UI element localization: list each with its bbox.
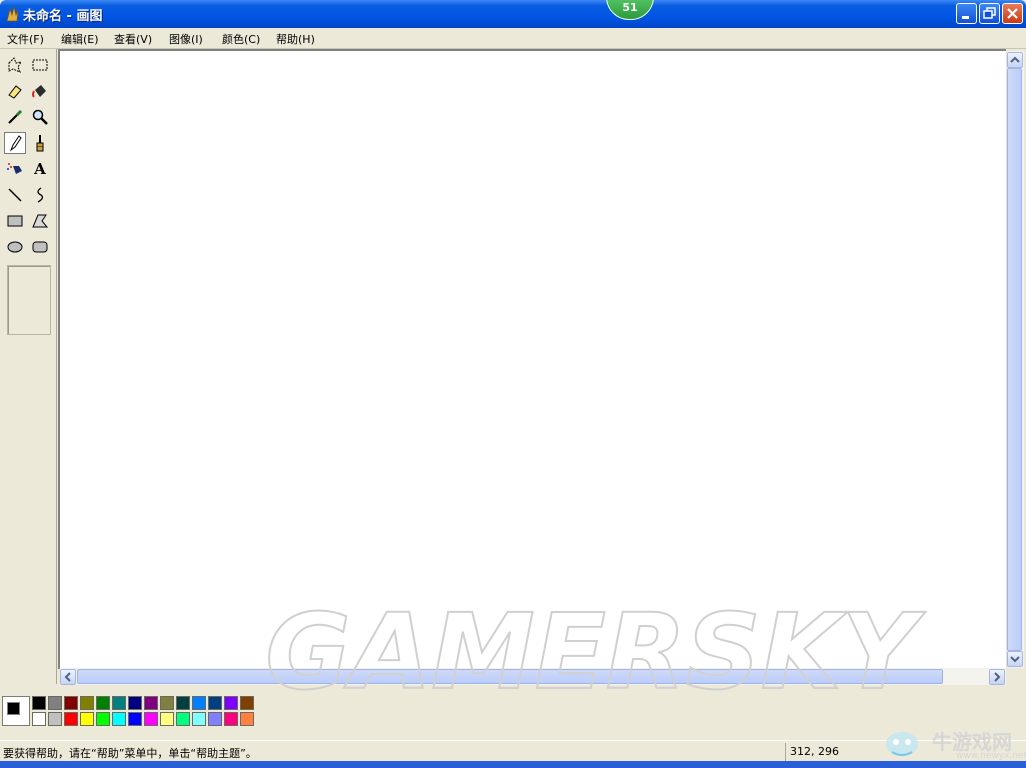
palette-swatch[interactable] [176, 712, 190, 726]
tool-pencil[interactable] [4, 132, 26, 154]
close-icon [1007, 8, 1018, 19]
palette-swatch[interactable] [144, 696, 158, 710]
tool-ellipse[interactable] [4, 236, 26, 258]
curve-icon [37, 187, 44, 203]
tool-brush[interactable] [29, 132, 51, 154]
rounded-rectangle-icon [32, 241, 48, 253]
menu-help[interactable]: 帮助(H) [276, 31, 315, 47]
status-bar: 要获得帮助，请在“帮助”菜单中，单击“帮助主题”。 312, 296 [0, 740, 1026, 762]
menu-edit[interactable]: 编辑(E) [61, 31, 99, 47]
palette-swatch[interactable] [160, 712, 174, 726]
palette-swatch[interactable] [32, 696, 46, 710]
taskbar-edge [0, 761, 1026, 768]
pencil-icon [9, 135, 22, 152]
tool-rectangle[interactable] [4, 210, 26, 232]
palette-swatch[interactable] [192, 712, 206, 726]
palette-swatch[interactable] [112, 696, 126, 710]
brush-icon [36, 135, 44, 152]
text-icon: A [34, 160, 46, 178]
menu-colors[interactable]: 颜色(C) [222, 31, 260, 47]
drawing-canvas[interactable] [60, 51, 1006, 668]
close-button[interactable] [1002, 3, 1023, 24]
scroll-left-button[interactable] [60, 669, 76, 685]
ellipse-icon [7, 241, 23, 253]
palette-swatch[interactable] [208, 712, 222, 726]
gamersky-watermark: GAMERSKY [264, 600, 927, 700]
menu-bar: 文件(F) 编辑(E) 查看(V) 图像(I) 颜色(C) 帮助(H) [0, 28, 1026, 49]
vertical-scroll-thumb[interactable] [1007, 68, 1022, 651]
minimize-button[interactable] [956, 3, 977, 24]
tool-eraser[interactable] [4, 80, 26, 102]
palette-swatch[interactable] [176, 696, 190, 710]
palette-swatch[interactable] [128, 712, 142, 726]
select-icon [32, 59, 48, 71]
tool-options-box[interactable] [7, 265, 51, 335]
tool-airbrush[interactable] [4, 158, 26, 180]
site-logo: 牛游戏网 www.newyx.net [880, 722, 1026, 766]
polygon-icon [32, 214, 49, 228]
scroll-right-button[interactable] [989, 669, 1005, 685]
palette-swatch[interactable] [80, 712, 94, 726]
eraser-icon [8, 85, 22, 99]
palette-swatch[interactable] [144, 712, 158, 726]
paint-app-icon[interactable] [4, 5, 20, 23]
line-icon [8, 188, 22, 202]
foreground-color [7, 702, 20, 715]
palette-swatch[interactable] [96, 712, 110, 726]
arrow-up-icon [1010, 56, 1020, 63]
arrow-down-icon [1010, 656, 1020, 663]
tool-rounded-rectangle[interactable] [29, 236, 51, 258]
current-colors[interactable] [2, 696, 30, 726]
fill-bucket-icon [32, 85, 46, 98]
tool-line[interactable] [4, 184, 26, 206]
tool-magnifier[interactable] [29, 106, 51, 128]
menu-file[interactable]: 文件(F) [7, 31, 44, 47]
tool-fill[interactable] [29, 80, 51, 102]
menu-view[interactable]: 查看(V) [114, 31, 152, 47]
mascot-icon [886, 732, 918, 756]
tool-select[interactable] [29, 54, 51, 76]
arrow-right-icon [994, 672, 1001, 682]
free-form-select-icon [8, 57, 23, 73]
magnifier-icon [32, 109, 48, 125]
palette-swatch[interactable] [112, 712, 126, 726]
airbrush-icon [7, 163, 22, 174]
rectangle-icon [7, 215, 23, 227]
palette-swatch[interactable] [224, 712, 238, 726]
color-picker-icon [8, 109, 23, 124]
restore-button[interactable] [979, 3, 1000, 24]
status-help-text: 要获得帮助，请在“帮助”菜单中，单击“帮助主题”。 [3, 747, 257, 760]
tool-free-form-select[interactable] [4, 54, 26, 76]
tool-color-picker[interactable] [4, 106, 26, 128]
notification-badge: 51 [606, 0, 654, 20]
palette-swatch[interactable] [48, 696, 62, 710]
restore-icon [983, 7, 996, 19]
palette-swatch[interactable] [32, 712, 46, 726]
scroll-down-button[interactable] [1007, 651, 1023, 667]
palette-swatch[interactable] [80, 696, 94, 710]
palette-swatch[interactable] [128, 696, 142, 710]
watermark-text: GAMERSKY [265, 600, 926, 700]
menu-image[interactable]: 图像(I) [169, 31, 203, 47]
palette-swatch[interactable] [64, 712, 78, 726]
logo-url: www.newyx.net [956, 751, 1026, 761]
window-title: 未命名 - 画图 [23, 9, 103, 24]
palette-swatch[interactable] [96, 696, 110, 710]
scroll-up-button[interactable] [1007, 52, 1023, 68]
palette-swatch[interactable] [240, 712, 254, 726]
cursor-coordinates: 312, 296 [790, 745, 839, 758]
tool-text[interactable]: A [29, 158, 51, 180]
minimize-icon [962, 16, 969, 19]
status-separator [785, 743, 786, 761]
tool-curve[interactable] [29, 184, 51, 206]
palette-swatch[interactable] [64, 696, 78, 710]
palette-swatch[interactable] [48, 712, 62, 726]
arrow-left-icon [64, 672, 71, 682]
palette-swatch[interactable] [160, 696, 174, 710]
title-bar[interactable]: 未命名 - 画图 51 [0, 0, 1026, 28]
tool-polygon[interactable] [29, 210, 51, 232]
toolbox: A [0, 49, 57, 684]
